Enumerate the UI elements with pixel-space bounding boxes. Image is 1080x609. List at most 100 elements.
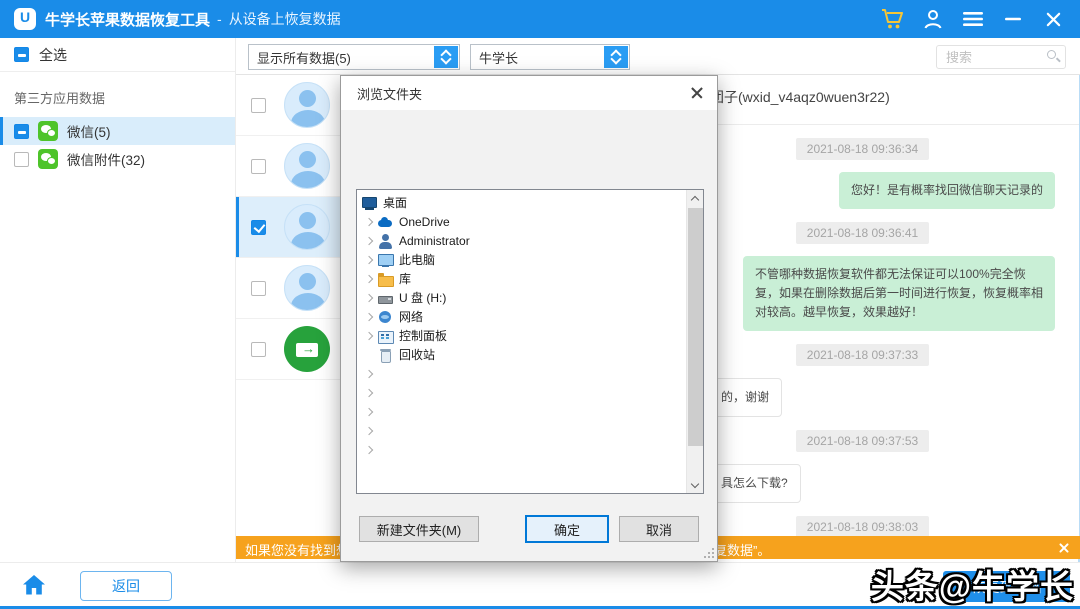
sidebar-item-checkbox[interactable]	[14, 124, 29, 139]
tree-item-label: 此电脑	[399, 251, 435, 268]
chat-contact-header: 团子(wxid_v4aqz0wuen3r22)	[700, 75, 1079, 125]
chat-panel: 团子(wxid_v4aqz0wuen3r22) 2021-08-18 09:36…	[700, 75, 1079, 536]
tree-item[interactable]: 此电脑	[357, 250, 703, 269]
tree-expand-icon[interactable]	[361, 271, 377, 287]
tree-item-icon	[361, 195, 378, 211]
close-icon[interactable]	[1040, 6, 1066, 32]
message-bubble: 您好！是有概率找回微信聊天记录的	[839, 172, 1055, 209]
sidebar-item-label: 微信附件(32)	[67, 149, 145, 169]
scrollbar-thumb[interactable]	[688, 208, 703, 446]
minimize-icon[interactable]	[1000, 6, 1026, 32]
tree-item[interactable]	[357, 402, 703, 421]
sidebar: 全选 第三方应用数据 微信(5) 微信附件(32)	[0, 38, 236, 562]
contact-checkbox[interactable]	[251, 98, 266, 113]
tree-item-icon	[377, 252, 394, 268]
title-bar: 牛学长苹果数据恢复工具 - 从设备上恢复数据	[0, 0, 1080, 38]
tree-item-icon	[377, 271, 394, 287]
watermark: 头条@牛学长	[871, 560, 1074, 608]
tree-item-icon	[377, 347, 394, 363]
new-folder-button[interactable]: 新建文件夹(M)	[359, 516, 479, 542]
tree-item[interactable]: 控制面板	[357, 326, 703, 345]
chevron-updown-icon[interactable]	[434, 46, 458, 68]
back-button[interactable]: 返回	[80, 571, 172, 601]
message-bubble: 2021-08-18 09:38:03	[796, 516, 929, 536]
tree-expand-icon[interactable]	[361, 385, 377, 401]
tree-expand-icon[interactable]	[361, 328, 377, 344]
sidebar-item-label: 微信(5)	[67, 121, 111, 141]
message-bubble: 2021-08-18 09:36:41	[796, 222, 929, 244]
folder-tree-box: 桌面 OneDrive Administrator	[356, 189, 704, 494]
tree-expand-icon[interactable]	[361, 233, 377, 249]
tree-expand-icon[interactable]	[361, 366, 377, 382]
tree-item[interactable]	[357, 364, 703, 383]
chat-message: 2021-08-18 09:36:34	[714, 138, 1055, 160]
tree-item[interactable]: 库	[357, 269, 703, 288]
chat-message: 具怎么下载?	[714, 464, 1055, 503]
sidebar-item[interactable]: 微信附件(32)	[0, 145, 235, 173]
select-all-row[interactable]: 全选	[0, 38, 235, 72]
tree-item-icon	[377, 233, 394, 249]
browse-folder-dialog: 浏览文件夹 桌面 OneDrive	[340, 75, 718, 562]
dialog-title: 浏览文件夹	[357, 84, 422, 103]
tree-item-label: 桌面	[383, 194, 407, 211]
tree-expand-icon[interactable]	[361, 290, 377, 306]
tree-item-icon	[377, 309, 394, 325]
contact-checkbox[interactable]	[251, 159, 266, 174]
tree-item[interactable]	[357, 421, 703, 440]
select-all-checkbox[interactable]	[14, 47, 29, 62]
select-all-label: 全选	[39, 45, 67, 65]
message-bubble: 具怎么下载?	[708, 464, 801, 503]
ok-button[interactable]: 确定	[525, 515, 609, 543]
contact-checkbox[interactable]	[251, 220, 266, 235]
notice-close-icon[interactable]	[1056, 540, 1072, 556]
tree-expand-icon[interactable]	[361, 214, 377, 230]
tree-item[interactable]: 回收站	[357, 345, 703, 364]
tree-item-icon	[377, 214, 394, 230]
menu-icon[interactable]	[960, 6, 986, 32]
tree-expand-icon[interactable]	[361, 442, 377, 458]
account-icon[interactable]	[920, 6, 946, 32]
tree-item-label: U 盘 (H:)	[399, 289, 446, 306]
tree-item-label: OneDrive	[399, 215, 450, 229]
contact-filter-dropdown[interactable]: 牛学长	[470, 44, 630, 70]
home-icon[interactable]	[22, 574, 46, 601]
tree-expand-icon[interactable]	[361, 347, 377, 363]
data-filter-dropdown[interactable]: 显示所有数据(5)	[248, 44, 460, 70]
tree-expand-icon[interactable]	[361, 252, 377, 268]
scroll-up-icon[interactable]	[687, 190, 704, 206]
wechat-icon	[38, 149, 58, 169]
chat-message: 的，谢谢	[714, 378, 1055, 417]
resize-grip[interactable]	[704, 548, 714, 558]
chat-message: 2021-08-18 09:37:33	[714, 344, 1055, 366]
tree-item[interactable]	[357, 440, 703, 459]
dialog-close-icon[interactable]	[689, 85, 705, 101]
tree-expand-icon[interactable]	[361, 404, 377, 420]
wechat-icon	[38, 121, 58, 141]
tree-scrollbar[interactable]	[686, 190, 703, 493]
tree-item[interactable]: Administrator	[357, 231, 703, 250]
chat-message: 2021-08-18 09:36:41	[714, 222, 1055, 244]
tree-item[interactable]: U 盘 (H:)	[357, 288, 703, 307]
cart-icon[interactable]	[880, 6, 906, 32]
contact-checkbox[interactable]	[251, 342, 266, 357]
tree-expand-icon[interactable]	[361, 423, 377, 439]
scroll-down-icon[interactable]	[687, 477, 704, 493]
contact-checkbox[interactable]	[251, 281, 266, 296]
message-list: 2021-08-18 09:36:34 您好！是有概率找回微信聊天记录的 202…	[700, 138, 1079, 536]
chat-message: 您好！是有概率找回微信聊天记录的	[714, 172, 1055, 209]
contact-avatar	[284, 204, 330, 250]
sidebar-item[interactable]: 微信(5)	[0, 117, 235, 145]
sidebar-item-checkbox[interactable]	[14, 152, 29, 167]
message-bubble: 的，谢谢	[708, 378, 782, 417]
tree-item-icon	[377, 290, 394, 306]
tree-expand-icon[interactable]	[361, 309, 377, 325]
tree-item[interactable]: OneDrive	[357, 212, 703, 231]
tree-item[interactable]: 网络	[357, 307, 703, 326]
chevron-updown-icon[interactable]	[604, 46, 628, 68]
cancel-button[interactable]: 取消	[619, 516, 699, 542]
tree-item[interactable]	[357, 383, 703, 402]
search-input[interactable]	[936, 45, 1066, 69]
tree-item[interactable]: 桌面	[357, 193, 703, 212]
tree-item-icon	[377, 328, 394, 344]
filter-toolbar: 显示所有数据(5) 牛学长	[236, 38, 1080, 75]
